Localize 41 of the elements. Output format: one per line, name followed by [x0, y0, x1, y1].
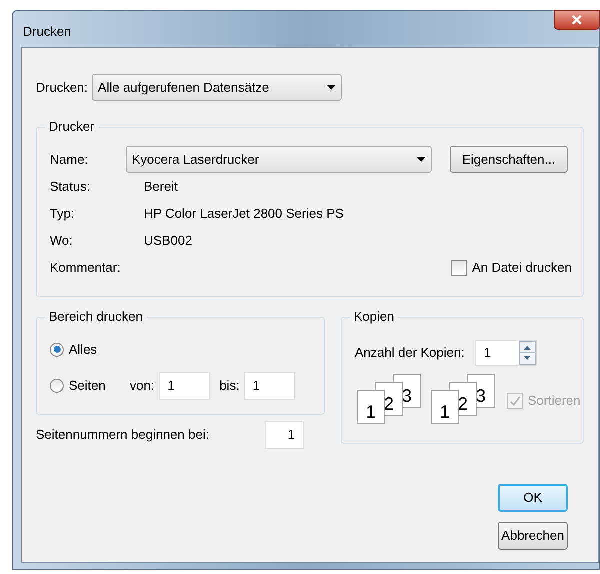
- info-value: USB002: [144, 232, 192, 250]
- text-field[interactable]: 1: [265, 421, 304, 449]
- print-dropdown[interactable]: Alle aufgerufenen Datensätze: [92, 74, 342, 101]
- start-page-label: Seitennummern beginnen bei:: [36, 426, 210, 444]
- dropdown-caret-icon: [327, 85, 336, 90]
- properties-button[interactable]: Eigenschaften...: [450, 146, 568, 173]
- to-label: bis:: [220, 376, 240, 395]
- radio-button[interactable]: [50, 342, 64, 357]
- dialog-button[interactable]: OK: [498, 484, 568, 512]
- close-icon: [572, 15, 582, 25]
- checkbox-label: An Datei drucken: [472, 259, 572, 278]
- radio-label: Alles: [69, 341, 98, 359]
- page-number: 2: [384, 393, 394, 415]
- info-value: Bereit: [144, 178, 178, 196]
- page-number: 3: [476, 385, 486, 407]
- page-number: 1: [366, 401, 376, 423]
- info-value: HP Color LaserJet 2800 Series PS: [144, 205, 344, 224]
- print-label: Drucken:: [36, 78, 88, 97]
- page-number: 3: [402, 385, 412, 407]
- radio-button[interactable]: [50, 378, 64, 392]
- copies-spinner[interactable]: 1: [475, 340, 537, 366]
- copies-label: Anzahl der Kopien:: [355, 344, 466, 362]
- printer-dropdown[interactable]: Kyocera Laserdrucker: [126, 146, 432, 173]
- close-button[interactable]: [554, 10, 600, 30]
- page-number: 1: [440, 401, 450, 423]
- radio-label: Seiten: [69, 376, 106, 395]
- spinner-arrows-icon: [519, 341, 536, 365]
- info-label: Status:: [50, 178, 92, 196]
- checkbox[interactable]: [451, 260, 468, 276]
- window-title: Drucken: [23, 23, 72, 41]
- info-label: Kommentar:: [50, 259, 122, 278]
- info-label: Wo:: [50, 232, 74, 250]
- text-field[interactable]: 1: [158, 372, 210, 400]
- field-label: Name:: [50, 150, 90, 169]
- info-label: Typ:: [50, 205, 76, 224]
- text-field[interactable]: 1: [244, 372, 295, 400]
- from-label: von:: [130, 376, 155, 395]
- dialog-button[interactable]: Abbrechen: [498, 522, 568, 550]
- checkbox-label: Sortieren: [528, 392, 581, 410]
- dropdown-caret-icon: [417, 157, 426, 162]
- page-number: 2: [458, 393, 468, 415]
